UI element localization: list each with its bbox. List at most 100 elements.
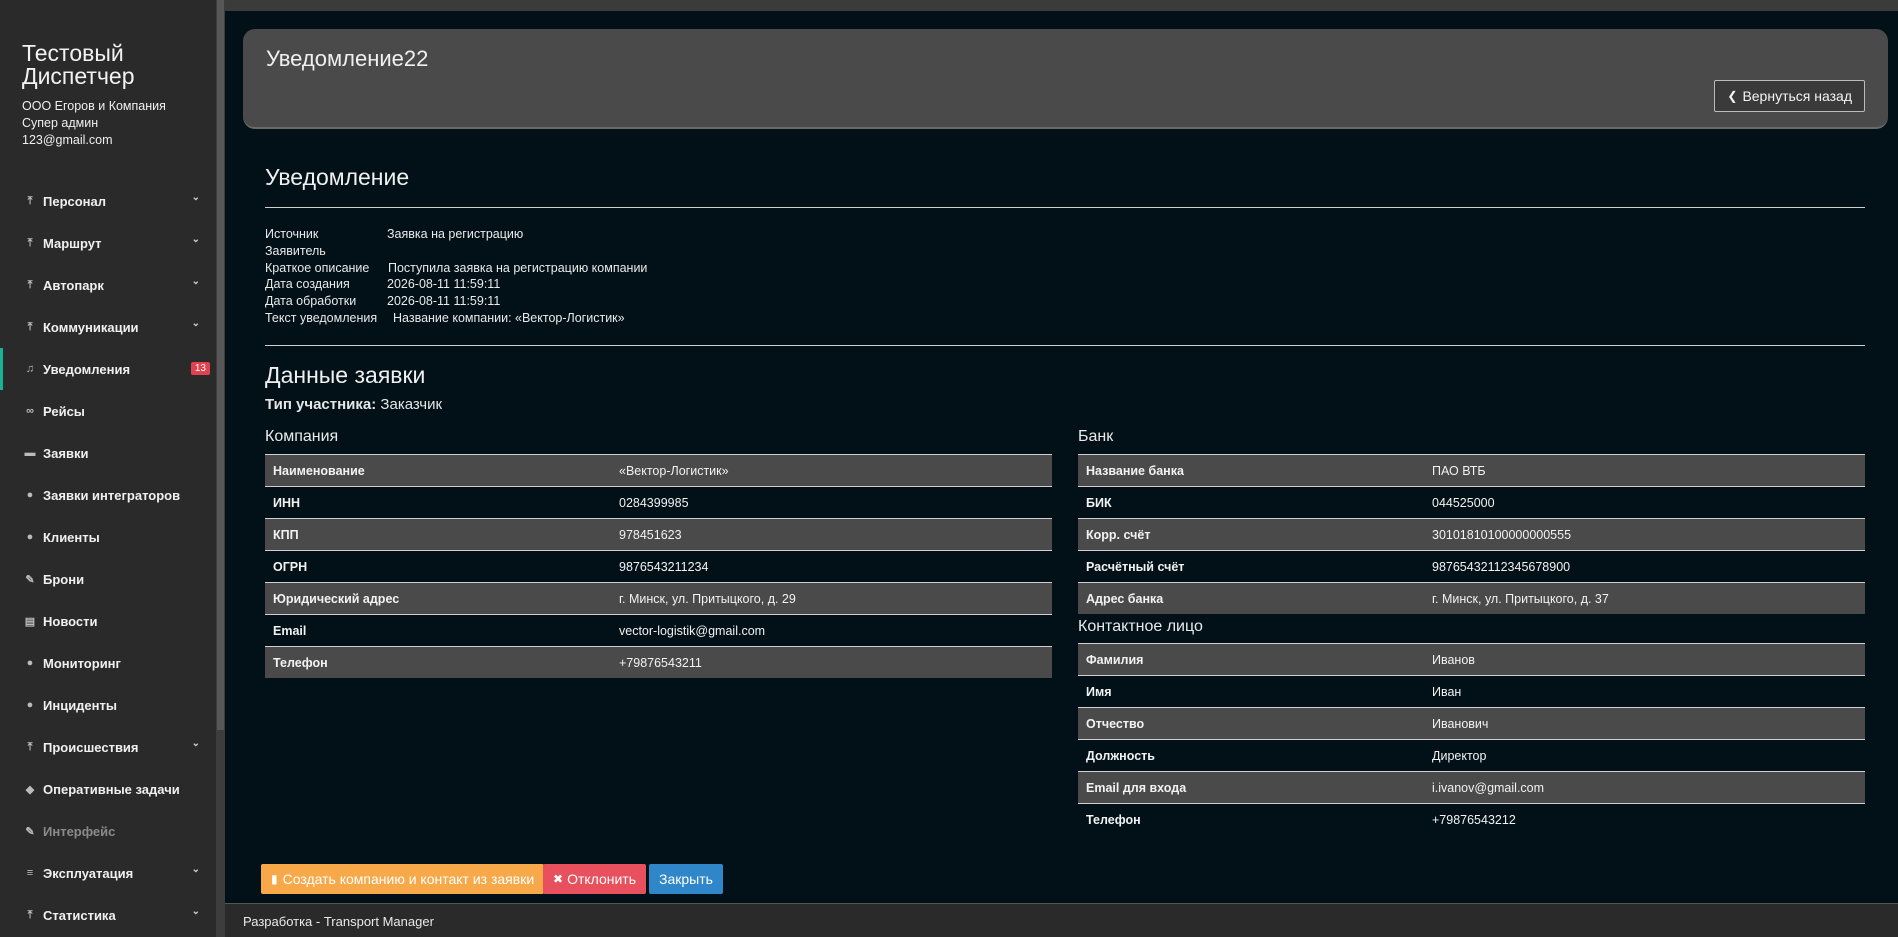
table-value: г. Минск, ул. Притыцкого, д. 37 — [1432, 591, 1609, 606]
sidebar-item[interactable]: ⤒ Коммуникации ⌄ — [0, 306, 216, 348]
table-key: Наименование — [273, 463, 365, 478]
sidebar-item[interactable]: ≡ Эксплуатация ⌄ — [0, 852, 216, 894]
bell-icon: ♫ — [25, 363, 35, 375]
page-title: Уведомление22 — [266, 46, 429, 71]
newspaper-icon: ▤ — [24, 615, 36, 628]
chevron-down-icon: ⌄ — [191, 864, 200, 875]
chevron-left-icon: ❮ — [1727, 89, 1738, 103]
tag-icon: ◆ — [25, 783, 35, 796]
sidebar-item-label: Эксплуатация — [43, 865, 134, 881]
table-key: Фамилия — [1086, 652, 1144, 667]
table-key: ОГРН — [273, 559, 308, 574]
sidebar-item[interactable]: ✎ Брони — [0, 558, 216, 600]
table-row: Юридический адрес г. Минск, ул. Притыцког… — [265, 582, 1052, 614]
table-row: Должность Директор — [1078, 739, 1865, 771]
detail-value: 2026-08-11 11:59:11 — [387, 277, 501, 291]
map-marker-icon: ● — [26, 657, 34, 669]
notification-count-badge: 13 — [190, 362, 210, 375]
upload-icon: ⤒ — [27, 236, 33, 249]
sidebar-scrollbar-thumb[interactable] — [217, 0, 224, 730]
chevron-down-icon: ⌄ — [191, 906, 200, 917]
upload-icon: ⤒ — [27, 908, 33, 921]
top-bar — [225, 0, 1898, 11]
table-row: Расчётный счёт 98765432112345678900 — [1078, 550, 1865, 582]
binoculars-icon: ∞ — [26, 405, 34, 417]
car-icon: ▬ — [24, 447, 36, 459]
sidebar-item[interactable]: ● Мониторинг — [0, 642, 216, 684]
sidebar-item[interactable]: ⤒ Маршрут ⌄ — [0, 222, 216, 264]
sidebar-item[interactable]: ▤ Новости — [0, 600, 216, 642]
back-button-label: Вернуться назад — [1742, 88, 1852, 104]
upload-icon: ⤒ — [27, 740, 33, 753]
table-row: Адрес банка г. Минск, ул. Притыцкого, д. … — [1078, 582, 1865, 614]
sidebar-item[interactable]: ▬ Заявки — [0, 432, 216, 474]
reject-label: Отклонить — [567, 871, 637, 887]
table-value: 978451623 — [619, 527, 682, 542]
table-row: КПП 978451623 — [265, 518, 1052, 550]
sidebar-item[interactable]: ✎ Интерфейс — [0, 810, 216, 852]
table-value: Иванов — [1432, 652, 1475, 667]
upload-icon: ⤒ — [27, 278, 33, 291]
sidebar-item-label: Статистика — [43, 907, 116, 923]
sidebar-item[interactable]: ◆ Оперативные задачи — [0, 768, 216, 810]
detail-key: Краткое описание — [265, 261, 370, 275]
sidebar-item[interactable]: ● Инциденты — [0, 684, 216, 726]
sidebar-item[interactable]: ⤒ Статистика ⌄ — [0, 894, 216, 936]
create-company-button[interactable]: ▮ Создать компанию и контакт из заявки — [261, 864, 545, 894]
chevron-down-icon: ⌄ — [191, 192, 200, 203]
sidebar-item-label: Оперативные задачи — [43, 781, 180, 797]
participant-type-value: Заказчик — [380, 396, 443, 413]
table-row: Имя Иван — [1078, 675, 1865, 707]
sidebar-item[interactable]: ● Заявки интеграторов — [0, 474, 216, 516]
sidebar-item-label: Новости — [43, 613, 98, 629]
detail-value: Название компании: «Вектор-Логистик» — [393, 311, 625, 325]
edit-icon: ✎ — [25, 573, 35, 586]
table-key: БИК — [1086, 495, 1112, 510]
chevron-down-icon: ⌄ — [191, 318, 200, 329]
table-key: Email для входа — [1086, 780, 1187, 795]
reject-button[interactable]: ✖ Отклонить — [543, 864, 647, 894]
divider — [265, 207, 1865, 208]
back-button[interactable]: ❮ Вернуться назад — [1714, 80, 1865, 112]
participant-type: Тип участника: Заказчик — [265, 396, 442, 413]
close-button[interactable]: Закрыть — [649, 864, 723, 894]
close-icon: ✖ — [553, 872, 564, 886]
table-row: ИНН 0284399985 — [265, 486, 1052, 518]
sidebar-item[interactable]: ⤒ Персонал ⌄ — [0, 180, 216, 222]
sidebar-item[interactable]: ⤒ Происшествия ⌄ — [0, 726, 216, 768]
sidebar-item[interactable]: ♫ Уведомления 13 — [0, 348, 216, 390]
table-value: vector-logistik@gmail.com — [619, 623, 766, 638]
bank-heading: Банк — [1078, 428, 1114, 445]
table-value: 30101810100000000555 — [1432, 527, 1572, 542]
table-row: Фамилия Иванов — [1078, 643, 1865, 675]
contact-heading: Контактное лицо — [1078, 618, 1203, 635]
sidebar-item-label: Интерфейс — [43, 823, 116, 839]
table-key: Телефон — [273, 655, 328, 670]
sidebar-item[interactable]: ∞ Рейсы — [0, 390, 216, 432]
user-email: 123@gmail.com — [22, 133, 113, 147]
detail-key: Источник — [265, 227, 319, 241]
request-heading: Данные заявки — [265, 362, 426, 388]
table-key: Должность — [1086, 748, 1155, 763]
table-value: +79876543211 — [619, 655, 702, 670]
table-key: КПП — [273, 527, 299, 542]
table-value: ПАО ВТБ — [1432, 463, 1486, 478]
sidebar-item[interactable]: ● Клиенты — [0, 516, 216, 558]
users-icon: ● — [26, 489, 34, 501]
table-row: Наименование «Вектор-Логистик» — [265, 454, 1052, 486]
close-label: Закрыть — [659, 871, 713, 887]
table-value: 044525000 — [1432, 495, 1495, 510]
table-key: Юридический адрес — [273, 591, 400, 606]
table-row: Название банка ПАО ВТБ — [1078, 454, 1865, 486]
detail-value: 2026-08-11 11:59:11 — [387, 294, 501, 308]
table-row: ОГРН 9876543211234 — [265, 550, 1052, 582]
table-row: Email для входа i.ivanov@gmail.com — [1078, 771, 1865, 803]
table-row: Телефон +79876543212 — [1078, 803, 1865, 835]
sidebar-item[interactable]: ⤒ Автопарк ⌄ — [0, 264, 216, 306]
company-table: Наименование «Вектор-Логистик» ИНН 02843999… — [265, 454, 1052, 678]
edit-icon: ✎ — [25, 825, 35, 838]
footer: Разработка - Transport Manager — [225, 903, 1898, 937]
detail-key: Дата обработки — [265, 294, 357, 308]
table-value: Иван — [1432, 684, 1462, 699]
notification-heading: Уведомление — [265, 164, 410, 190]
